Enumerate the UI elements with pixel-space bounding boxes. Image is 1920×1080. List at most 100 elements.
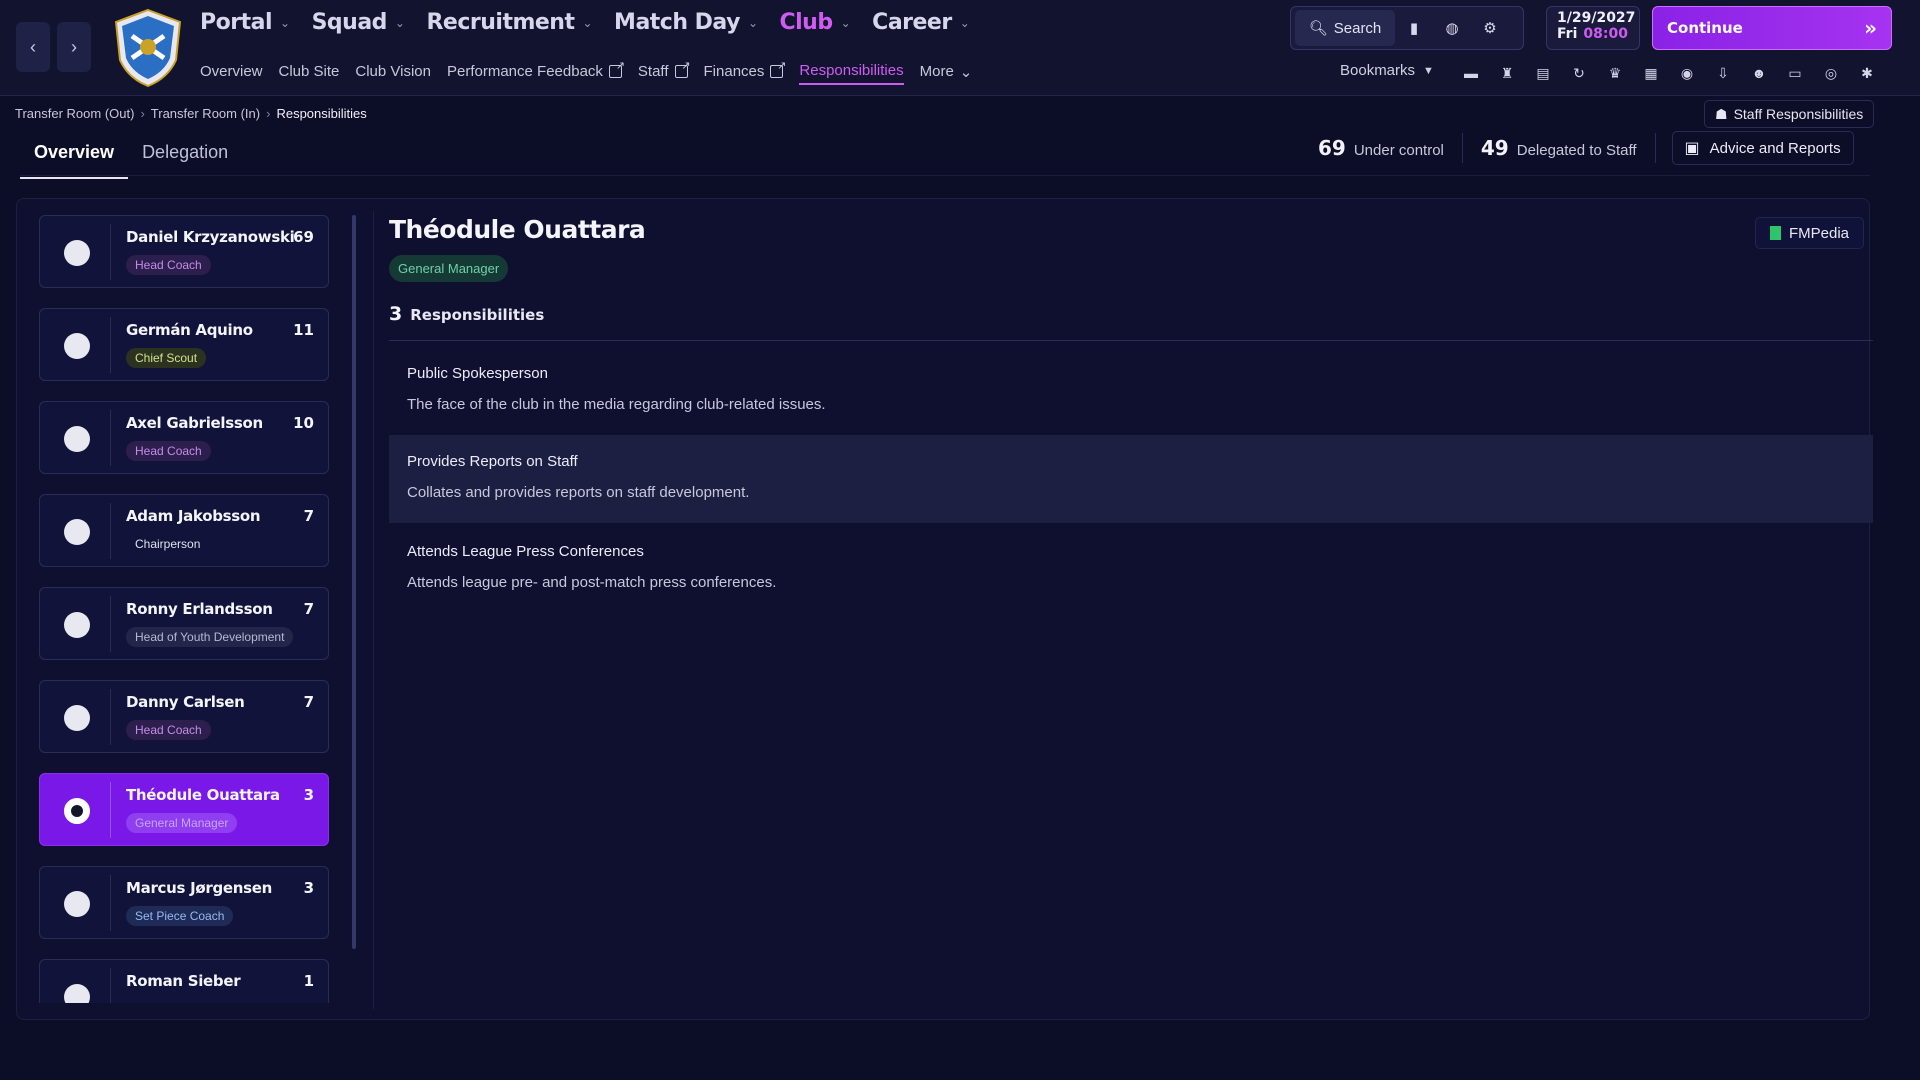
report-icon[interactable]: ▤ — [1530, 60, 1556, 86]
staff-name: Adam Jakobsson — [126, 507, 261, 525]
detail-role-badge: General Manager — [389, 255, 509, 282]
nav-match-day[interactable]: Match Day ⌄ — [614, 10, 758, 35]
scan-icon[interactable]: ◎ — [1818, 60, 1844, 86]
select-radio[interactable] — [64, 798, 90, 824]
breadcrumb-item[interactable]: Transfer Room (In) — [151, 106, 260, 121]
ticket-icon[interactable]: ▭ — [1782, 60, 1808, 86]
select-radio[interactable] — [64, 519, 90, 545]
club-crest-logo[interactable] — [112, 8, 184, 88]
breadcrumb-current: Responsibilities — [276, 106, 367, 121]
divider — [110, 782, 111, 838]
globe-icon[interactable]: ◍ — [1433, 10, 1471, 46]
subnav-finances[interactable]: Finances — [704, 59, 787, 85]
fmpedia-button[interactable]: FMPedia — [1755, 217, 1865, 249]
tab-delegation[interactable]: Delegation — [128, 134, 242, 179]
staff-name: Ronny Erlandsson — [126, 600, 273, 618]
nav-portal[interactable]: Portal ⌄ — [200, 10, 290, 35]
detail-staff-name[interactable]: Théodule Ouattara — [389, 215, 646, 244]
continue-button[interactable]: Continue » — [1652, 6, 1892, 50]
select-radio[interactable] — [64, 333, 90, 359]
responsibility-item[interactable]: Public Spokesperson The face of the club… — [389, 347, 1873, 435]
responsibility-item[interactable]: Provides Reports on Staff Collates and p… — [389, 435, 1873, 523]
subnav-more[interactable]: More ⌄ — [920, 62, 973, 85]
main-navigation: Portal ⌄ Squad ⌄ Recruitment ⌄ Match Day ⌄ Club ⌄… — [200, 10, 970, 35]
people-icon[interactable]: ☻ — [1746, 60, 1772, 86]
responsibility-count: 1 — [303, 972, 314, 990]
nav-club[interactable]: Club ⌄ — [780, 10, 851, 35]
select-radio[interactable] — [64, 984, 90, 1003]
staff-role-badge: Set Piece Coach — [126, 906, 234, 926]
divider — [110, 875, 111, 931]
subnav-staff[interactable]: Staff — [638, 59, 691, 85]
chevron-right-icon: › — [71, 36, 77, 57]
responsibility-count: 3 — [303, 786, 314, 804]
breadcrumb-item[interactable]: Transfer Room (Out) — [15, 106, 134, 121]
download-icon[interactable]: ⇩ — [1710, 60, 1736, 86]
breadcrumb: Transfer Room (Out) › Transfer Room (In)… — [15, 106, 367, 121]
staff-card[interactable]: Germán Aquino 11 Chief Scout — [39, 308, 329, 381]
tab-bar: Overview Delegation — [20, 134, 242, 179]
staff-card[interactable]: Roman Sieber 1 — [39, 959, 329, 1003]
divider — [1654, 133, 1656, 163]
staff-name: Théodule Ouattara — [126, 786, 280, 804]
subnav-club-site[interactable]: Club Site — [279, 62, 340, 85]
chat-icon[interactable]: ▬ — [1458, 60, 1484, 86]
calendar-icon[interactable]: ▦ — [1638, 60, 1664, 86]
responsibility-count: 10 — [293, 414, 314, 432]
search-button[interactable]: 🔍︎ Search — [1295, 10, 1395, 46]
subnav-performance-feedback[interactable]: Performance Feedback — [447, 59, 625, 85]
select-radio[interactable] — [64, 426, 90, 452]
select-radio[interactable] — [64, 891, 90, 917]
top-bar: ‹ › Portal ⌄ Squad ⌄ Recruitment ⌄ Match Day ⌄ C… — [0, 0, 1920, 96]
staff-list[interactable]: Daniel Krzyzanowski 69 Head Coach Germán Aq… — [39, 215, 347, 1003]
chevron-right-icon: › — [266, 106, 271, 121]
staff-card[interactable]: Ronny Erlandsson 7 Head of Youth Developme… — [39, 587, 329, 660]
external-link-icon — [674, 59, 691, 78]
people-icon: ☗ — [1715, 105, 1728, 122]
quick-access-icons: ▬ ♜ ▤ ↻ ♛ ▦ ◉ ⇩ ☻ ▭ ◎ ✱ — [1458, 60, 1880, 86]
trophy-icon[interactable]: ♛ — [1602, 60, 1628, 86]
tab-divider — [20, 175, 1870, 176]
staff-role-badge: Head of Youth Development — [126, 627, 294, 647]
nav-squad[interactable]: Squad ⌄ — [312, 10, 405, 35]
shirt-icon[interactable]: ♜ — [1494, 60, 1520, 86]
nav-recruitment[interactable]: Recruitment ⌄ — [426, 10, 592, 35]
gear-icon[interactable]: ⚙ — [1471, 10, 1509, 46]
subnav-overview[interactable]: Overview — [200, 62, 263, 85]
staff-card[interactable]: Théodule Ouattara 3 General Manager — [39, 773, 329, 846]
refresh-icon[interactable]: ↻ — [1566, 60, 1592, 86]
advice-and-reports-button[interactable]: ▣ Advice and Reports — [1671, 131, 1854, 165]
bookmarks-dropdown[interactable]: Bookmarks ▼ — [1340, 62, 1434, 79]
chevron-down-icon: ⌄ — [582, 15, 593, 30]
report-icon: ▣ — [1684, 140, 1700, 157]
forward-button[interactable]: › — [57, 22, 91, 72]
responsibility-count: 3 — [303, 879, 314, 897]
select-radio[interactable] — [64, 612, 90, 638]
under-control-stat: 69 Under control — [1318, 136, 1444, 160]
responsibility-item[interactable]: Attends League Press Conferences Attends… — [389, 525, 1873, 613]
game-date[interactable]: 1/29/2027 Fri 08:00 — [1546, 6, 1640, 50]
select-radio[interactable] — [64, 240, 90, 266]
staff-card[interactable]: Adam Jakobsson 7 Chairperson — [39, 494, 329, 567]
chevron-down-icon: ▼ — [1423, 64, 1434, 77]
staff-detail: Théodule Ouattara General Manager FMPedi… — [373, 199, 1873, 1019]
staff-role-badge: Head Coach — [126, 720, 211, 740]
target-icon[interactable]: ◉ — [1674, 60, 1700, 86]
staff-card[interactable]: Daniel Krzyzanowski 69 Head Coach — [39, 215, 329, 288]
staff-card[interactable]: Axel Gabrielsson 10 Head Coach — [39, 401, 329, 474]
staff-list-scrollbar[interactable] — [352, 215, 356, 949]
divider — [110, 689, 111, 745]
staff-icon[interactable]: ✱ — [1854, 60, 1880, 86]
staff-card[interactable]: Marcus Jørgensen 3 Set Piece Coach — [39, 866, 329, 939]
subnav-club-vision[interactable]: Club Vision — [355, 62, 431, 85]
tab-overview[interactable]: Overview — [20, 134, 129, 179]
inbox-icon[interactable]: ▮ — [1395, 10, 1433, 46]
subnav-responsibilities[interactable]: Responsibilities — [799, 62, 904, 85]
back-button[interactable]: ‹ — [16, 22, 50, 72]
nav-career[interactable]: Career ⌄ — [872, 10, 970, 35]
select-radio[interactable] — [64, 705, 90, 731]
responsibilities-header: 3 Responsibilities — [389, 303, 545, 325]
staff-card[interactable]: Danny Carlsen 7 Head Coach — [39, 680, 329, 753]
staff-responsibilities-button[interactable]: ☗ Staff Responsibilities — [1704, 100, 1875, 128]
delegated-stat: 49 Delegated to Staff — [1480, 136, 1637, 160]
